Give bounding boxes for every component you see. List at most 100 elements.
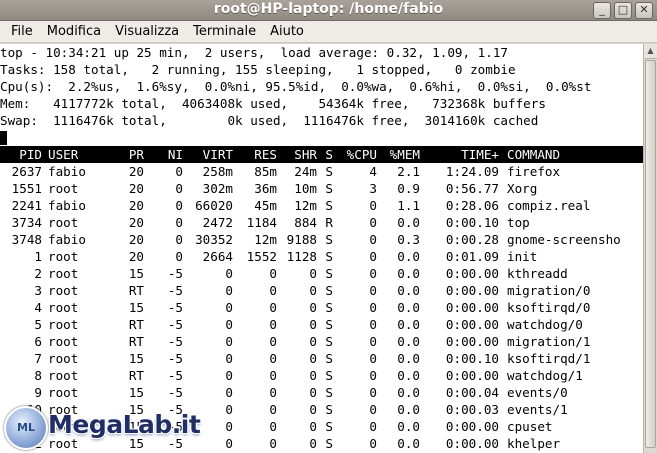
process-row: 9 root 15 -5 0 0 0 S 0 0.0 0:00.04 events/0	[0, 384, 643, 401]
cell-ni: 0	[175, 198, 183, 213]
menu-bar: File Modifica Visualizza Terminale Aiuto	[0, 21, 657, 43]
cell-time: 0:01.09	[445, 249, 499, 264]
cell-user: root	[48, 402, 79, 417]
cell-mem: 0.0	[397, 402, 420, 417]
cell-pr: RT	[128, 283, 144, 298]
cell-ni: -5	[167, 385, 183, 400]
cell-mem: 0.0	[397, 317, 420, 332]
close-button[interactable]: ✕	[635, 2, 653, 19]
cell-mem: 0.0	[397, 436, 420, 451]
cell-shr: 0	[309, 266, 317, 281]
column-header-shr: SHR	[294, 147, 317, 162]
cell-pid: 4	[34, 300, 42, 315]
cell-state: S	[325, 232, 333, 247]
cell-pid: 3748	[11, 232, 42, 247]
menu-file[interactable]: File	[4, 22, 40, 41]
scroll-up-arrow-icon[interactable]: ▲	[644, 44, 657, 59]
cell-virt: 30352	[195, 232, 233, 247]
cell-command: Xorg	[507, 181, 538, 196]
maximize-button[interactable]: □	[614, 2, 632, 19]
scroll-thumb[interactable]	[645, 60, 656, 448]
cell-time: 0:00.00	[445, 334, 499, 349]
cell-res: 1184	[246, 215, 277, 230]
cell-time: 0:00.00	[445, 419, 499, 434]
input-line	[0, 129, 643, 146]
cell-ni: 0	[175, 232, 183, 247]
process-table-header: PID USER PR NI VIRT RES SHR S %CPU %MEM …	[0, 146, 643, 163]
cell-command: kthreadd	[507, 266, 568, 281]
cell-state: S	[325, 351, 333, 366]
column-header-ni: NI	[167, 147, 183, 162]
cell-time: 0:00.00	[445, 317, 499, 332]
cell-virt: 0	[225, 317, 233, 332]
cell-command: events/1	[507, 402, 568, 417]
cell-time: 1:24.09	[445, 164, 499, 179]
cell-shr: 0	[309, 419, 317, 434]
column-header-user: USER	[48, 147, 79, 162]
cell-pr: 15	[128, 300, 144, 315]
cell-virt: 0	[225, 402, 233, 417]
cell-state: S	[325, 385, 333, 400]
cell-time: 0:00.10	[445, 351, 499, 366]
cell-pr: 15	[128, 351, 144, 366]
column-header-mem: %MEM	[389, 147, 420, 162]
terminal-window: root@HP-laptop: /home/fabio _ □ ✕ File M…	[0, 0, 657, 453]
cell-pr: 20	[128, 181, 144, 196]
cell-state: S	[325, 181, 333, 196]
cell-virt: 302m	[202, 181, 233, 196]
cell-user: root	[48, 283, 79, 298]
cell-res: 0	[269, 283, 277, 298]
cell-res: 0	[269, 334, 277, 349]
cell-pid: 11	[26, 419, 42, 434]
cell-res: 0	[269, 385, 277, 400]
menu-terminale[interactable]: Terminale	[186, 22, 263, 41]
cell-virt: 2472	[202, 215, 233, 230]
process-row: 12 root 15 -5 0 0 0 S 0 0.0 0:00.00 khelper	[0, 435, 643, 452]
menu-aiuto[interactable]: Aiuto	[263, 22, 311, 41]
cell-command: cpuset	[507, 419, 553, 434]
process-row: 6 root RT -5 0 0 0 S 0 0.0 0:00.00 migration/1	[0, 333, 643, 350]
cell-user: root	[48, 215, 79, 230]
cell-ni: -5	[167, 266, 183, 281]
cell-pid: 1	[34, 249, 42, 264]
cell-cpu: 0	[369, 283, 377, 298]
vertical-scrollbar[interactable]: ▲	[643, 44, 657, 453]
column-header-virt: VIRT	[202, 147, 233, 162]
cell-ni: -5	[167, 402, 183, 417]
cell-ni: -5	[167, 351, 183, 366]
menu-visualizza[interactable]: Visualizza	[108, 22, 186, 41]
cell-mem: 1.1	[397, 198, 420, 213]
process-list: 2 6 3 7 fabio 20 0 258m 85m 24m S 4 2.1 1:24.09 firefo…	[0, 163, 643, 452]
minimize-button[interactable]: _	[593, 2, 611, 19]
cell-state: S	[325, 317, 333, 332]
summary-mem: Mem: 4117772k total, 4063408k used, 5436…	[0, 96, 546, 111]
cell-virt: 0	[225, 385, 233, 400]
cell-state: S	[325, 249, 333, 264]
cell-cpu: 0	[369, 249, 377, 264]
menu-modifica[interactable]: Modifica	[40, 22, 108, 41]
process-row: 3 root RT -5 0 0 0 S 0 0.0 0:00.00 migration/0	[0, 282, 643, 299]
cell-user: root	[48, 266, 79, 281]
cell-state: S	[325, 419, 333, 434]
title-bar[interactable]: root@HP-laptop: /home/fabio _ □ ✕	[0, 0, 657, 21]
cell-cpu: 0	[369, 215, 377, 230]
cell-command: migration/1	[507, 334, 591, 349]
cell-command: firefox	[507, 164, 561, 179]
cell-pr: 20	[128, 215, 144, 230]
cell-user: root	[48, 317, 79, 332]
cell-pid: 2	[34, 266, 42, 281]
cell-user: root	[48, 368, 79, 383]
cell-pr: 20	[128, 249, 144, 264]
cell-res: 0	[269, 317, 277, 332]
cell-command: compiz.real	[507, 198, 591, 213]
process-row: 3748 fabio 20 0 30352 12m 9188 S 0 0.3 0:00.28 gnom…	[0, 231, 643, 248]
cell-ni: 0	[175, 215, 183, 230]
cell-command: khelper	[507, 436, 561, 451]
cell-cpu: 0	[369, 300, 377, 315]
cell-cpu: 0	[369, 334, 377, 349]
cell-ni: -5	[167, 436, 183, 451]
cell-state: S	[325, 266, 333, 281]
process-row: 5 root RT -5 0 0 0 S 0 0.0 0:00.00 watchdog/0	[0, 316, 643, 333]
cell-ni: -5	[167, 283, 183, 298]
terminal-output[interactable]: top - 10:34:21 up 25 min, 2 users, load …	[0, 44, 643, 453]
